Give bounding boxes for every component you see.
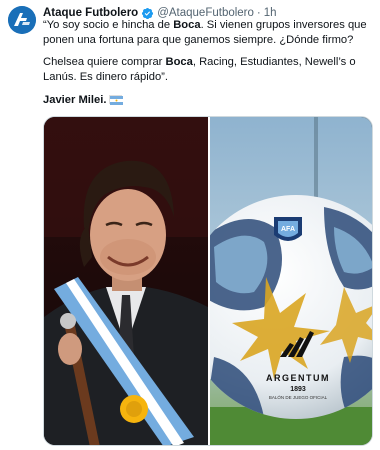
ataque-futbolero-logo-icon bbox=[8, 6, 36, 34]
tweet-media[interactable]: AFA ARGENTUM 1893 BALÓN DE JUEGO OFICIAL bbox=[43, 116, 373, 446]
afa-badge-text: AFA bbox=[281, 226, 295, 233]
tweet-signature: Javier Milei. bbox=[43, 93, 369, 108]
avatar[interactable] bbox=[8, 6, 36, 34]
ball-text-year: 1893 bbox=[290, 386, 306, 393]
tweet-paragraph-chelsea: Chelsea quiere comprar Boca, Racing, Est… bbox=[43, 56, 356, 83]
ball-text-main: ARGENTUM bbox=[266, 373, 330, 383]
photo-man-with-sash bbox=[44, 117, 208, 445]
ball-text-sub: BALÓN DE JUEGO OFICIAL bbox=[269, 394, 328, 400]
tweet-paragraph-quote: “Yo soy socio e hincha de Boca. Si viene… bbox=[43, 19, 367, 46]
photo-official-ball: AFA ARGENTUM 1893 BALÓN DE JUEGO OFICIAL bbox=[210, 117, 372, 445]
argentina-flag-icon bbox=[109, 95, 124, 105]
tweet[interactable]: Ataque Futbolero @AtaqueFutbolero · 1h “… bbox=[0, 0, 380, 450]
